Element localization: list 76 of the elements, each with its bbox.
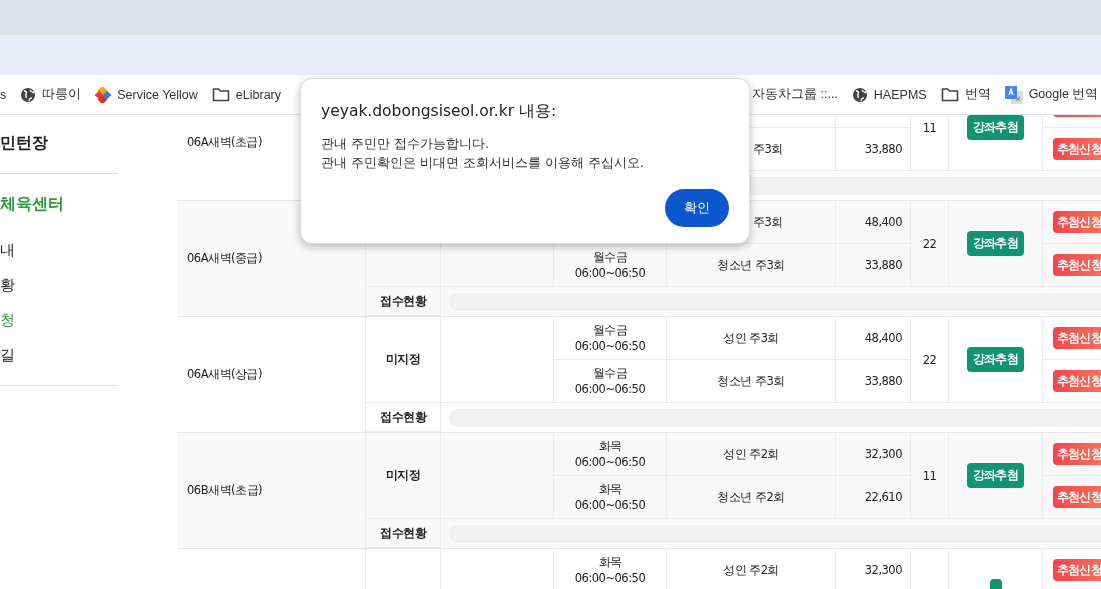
apply-button[interactable]: 추첨신청: [1053, 486, 1101, 508]
schedule-days: 화목: [598, 554, 622, 570]
apply-button[interactable]: 추첨신청: [1053, 211, 1101, 233]
apply-button[interactable]: 추첨신청: [1053, 370, 1101, 392]
target-text: 청소년 주3회: [717, 373, 785, 389]
price-text: 33,880: [864, 374, 902, 388]
schedule-time: 06:00~06:50: [574, 265, 646, 281]
schedule-days: 월수금: [592, 365, 628, 381]
count-text: 11: [922, 468, 937, 483]
bookmark[interactable]: HAEPMS: [844, 82, 934, 107]
folder-icon: [211, 87, 230, 102]
price-text: 22,610: [864, 490, 902, 504]
dialog-message: 관내 주민만 접수가능합니다. 관내 주민확인은 비대면 조회서비스를 이용해 주십시오.: [321, 135, 645, 172]
lecture-button[interactable]: 강좌추첨: [967, 347, 1024, 372]
price-text: 33,880: [864, 142, 902, 156]
schedule-days: 월수금: [592, 249, 628, 265]
apply-button[interactable]: 추첨신청: [1053, 138, 1101, 160]
confirm-button[interactable]: 확인: [665, 189, 729, 227]
schedule-time: 06:00~06:50: [574, 338, 646, 354]
receipt-label: 접수현황: [380, 293, 426, 309]
receipt-label: 접수현황: [380, 525, 426, 541]
folder-icon: [940, 87, 959, 102]
sidebar-item[interactable]: 길: [0, 338, 118, 373]
lecture-button[interactable]: 강좌추첨: [967, 115, 1024, 140]
bookmark[interactable]: 자동차그룹 ::...: [752, 82, 845, 107]
schedule-time: 06:00~06:50: [574, 454, 646, 470]
bookmark[interactable]: Google 번역: [997, 81, 1101, 108]
apply-button[interactable]: 추첨신청: [1053, 559, 1101, 581]
dialog-title: yeyak.dobongsiseol.or.kr 내용:: [321, 101, 558, 122]
sidebar-item[interactable]: 청: [0, 303, 118, 338]
bookmark[interactable]: 번역: [933, 82, 998, 107]
price-text: 48,400: [864, 331, 902, 345]
section-heading[interactable]: 체육센터: [0, 174, 118, 229]
target-text: 성인 주3회: [723, 330, 779, 346]
schedule-days: 화목: [598, 438, 622, 454]
course-name: 06A새벽(상급): [187, 367, 262, 382]
course-name: 06A새벽(중급): [187, 251, 262, 266]
globe-icon: [20, 86, 37, 103]
sidebar-item[interactable]: 내: [0, 233, 118, 268]
target-text: 성인 주2회: [723, 446, 779, 462]
bookmark[interactable]: Service Yellow: [88, 82, 205, 107]
course-name: 06A새벽(초급): [187, 135, 262, 150]
tiles-icon: [95, 86, 112, 103]
globe-icon: [851, 86, 868, 103]
translate-icon: [1004, 85, 1023, 104]
count-text: 11: [922, 120, 937, 135]
price-text: 32,300: [864, 447, 902, 461]
apply-button[interactable]: 추첨신청: [1053, 443, 1101, 465]
schedule-time: 06:00~06:50: [574, 570, 646, 586]
count-text: 22: [922, 236, 937, 251]
apply-button[interactable]: 추첨신청: [1053, 327, 1101, 349]
schedule-time: 06:00~06:50: [574, 381, 646, 397]
bookmark[interactable]: s: [0, 83, 14, 106]
status-text: 미지정: [385, 352, 421, 367]
schedule-time: 06:00~06:50: [574, 497, 646, 513]
status-text: 미지정: [385, 468, 421, 483]
apply-button[interactable]: 추첨신청: [1053, 254, 1101, 276]
target-text: 청소년 주2회: [717, 489, 785, 505]
schedule-days: 월수금: [592, 322, 628, 338]
target-text: 성인 주2회: [723, 562, 779, 578]
course-name: 06B새벽(초급): [187, 483, 262, 498]
price-text: 33,880: [864, 258, 902, 272]
price-text: 32,300: [864, 563, 902, 577]
target-text: 주3회: [753, 141, 783, 157]
sidebar-item[interactable]: 황: [0, 268, 118, 303]
target-text: 청소년 주3회: [717, 257, 785, 273]
lecture-button[interactable]: 강좌추첨: [967, 231, 1024, 256]
count-text: 22: [922, 352, 937, 367]
lecture-button[interactable]: 강좌추첨: [967, 463, 1024, 488]
receipt-label: 접수현황: [380, 409, 426, 425]
target-text: 주3회: [753, 214, 783, 230]
bookmark[interactable]: eLibrary: [204, 83, 289, 106]
schedule-days: 화목: [598, 481, 622, 497]
section-heading[interactable]: 민턴장: [0, 115, 118, 174]
bookmark[interactable]: 따릉이: [13, 82, 89, 107]
price-text: 48,400: [864, 215, 902, 229]
